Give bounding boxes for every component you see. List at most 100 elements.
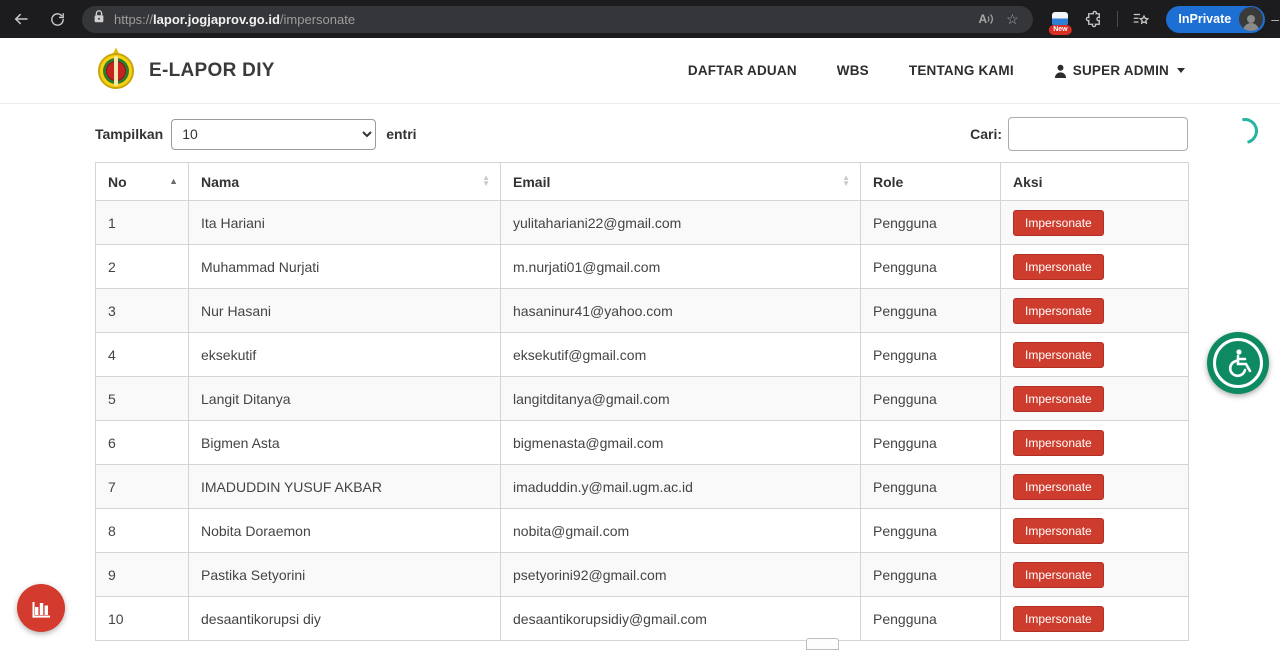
cell-aksi: Impersonate bbox=[1001, 333, 1189, 377]
impersonate-button[interactable]: Impersonate bbox=[1013, 298, 1104, 324]
impersonate-button[interactable]: Impersonate bbox=[1013, 474, 1104, 500]
sort-icon: ▲▼ bbox=[482, 175, 490, 189]
table-row: 10 desaantikorupsi diy desaantikorupsidi… bbox=[96, 597, 1189, 641]
pagination-button-partial[interactable] bbox=[806, 638, 839, 650]
cell-nama: Muhammad Nurjati bbox=[189, 245, 501, 289]
cell-email: hasaninur41@yahoo.com bbox=[501, 289, 861, 333]
nav-wbs[interactable]: WBS bbox=[837, 63, 869, 78]
inprivate-label: InPrivate bbox=[1178, 12, 1231, 26]
cell-no: 9 bbox=[96, 553, 189, 597]
cell-no: 8 bbox=[96, 509, 189, 553]
impersonate-button[interactable]: Impersonate bbox=[1013, 562, 1104, 588]
impersonate-button[interactable]: Impersonate bbox=[1013, 210, 1104, 236]
lock-icon bbox=[92, 9, 106, 29]
impersonate-button[interactable]: Impersonate bbox=[1013, 518, 1104, 544]
table-header-row: No▲ Nama▲▼ Email▲▼ Role Aksi bbox=[96, 163, 1189, 201]
read-aloud-icon[interactable]: A bbox=[973, 12, 999, 26]
impersonate-button[interactable]: Impersonate bbox=[1013, 342, 1104, 368]
cell-nama: Ita Hariani bbox=[189, 201, 501, 245]
cell-aksi: Impersonate bbox=[1001, 465, 1189, 509]
table-row: 2 Muhammad Nurjati m.nurjati01@gmail.com… bbox=[96, 245, 1189, 289]
favorite-star-icon[interactable]: ☆ bbox=[999, 11, 1025, 28]
cell-email: imaduddin.y@mail.ugm.ac.id bbox=[501, 465, 861, 509]
extension-area: New InPrivate – bbox=[1043, 4, 1280, 34]
cell-no: 5 bbox=[96, 377, 189, 421]
reload-icon[interactable] bbox=[42, 4, 72, 34]
cell-nama: Pastika Setyorini bbox=[189, 553, 501, 597]
favorites-hub-icon[interactable] bbox=[1128, 4, 1154, 34]
nav-tentang-kami[interactable]: TENTANG KAMI bbox=[909, 63, 1014, 78]
search-label: Cari: bbox=[970, 126, 1002, 142]
cell-email: langitditanya@gmail.com bbox=[501, 377, 861, 421]
cell-email: bigmenasta@gmail.com bbox=[501, 421, 861, 465]
impersonate-button[interactable]: Impersonate bbox=[1013, 606, 1104, 632]
cell-role: Pengguna bbox=[861, 245, 1001, 289]
header-role: Role bbox=[861, 163, 1001, 201]
user-icon bbox=[1054, 64, 1067, 78]
user-menu[interactable]: SUPER ADMIN bbox=[1054, 63, 1185, 78]
header-email[interactable]: Email▲▼ bbox=[501, 163, 861, 201]
address-bar[interactable]: https://lapor.jogjaprov.go.id/impersonat… bbox=[82, 6, 1033, 33]
user-menu-label: SUPER ADMIN bbox=[1073, 63, 1169, 78]
cell-email: nobita@gmail.com bbox=[501, 509, 861, 553]
cell-no: 10 bbox=[96, 597, 189, 641]
inprivate-badge[interactable]: InPrivate bbox=[1166, 6, 1265, 33]
search-input[interactable] bbox=[1008, 117, 1188, 151]
cell-aksi: Impersonate bbox=[1001, 421, 1189, 465]
accessibility-widget-button[interactable] bbox=[1207, 332, 1269, 394]
browser-menu-icon[interactable]: – bbox=[1271, 11, 1280, 27]
cell-aksi: Impersonate bbox=[1001, 509, 1189, 553]
impersonate-button[interactable]: Impersonate bbox=[1013, 386, 1104, 412]
cell-aksi: Impersonate bbox=[1001, 597, 1189, 641]
profile-avatar[interactable] bbox=[1239, 7, 1263, 31]
table-row: 5 Langit Ditanya langitditanya@gmail.com… bbox=[96, 377, 1189, 421]
cell-no: 2 bbox=[96, 245, 189, 289]
cell-nama: Bigmen Asta bbox=[189, 421, 501, 465]
table-row: 7 IMADUDDIN YUSUF AKBAR imaduddin.y@mail… bbox=[96, 465, 1189, 509]
cell-nama: Langit Ditanya bbox=[189, 377, 501, 421]
impersonate-button[interactable]: Impersonate bbox=[1013, 254, 1104, 280]
cell-role: Pengguna bbox=[861, 201, 1001, 245]
nav-daftar-aduan[interactable]: DAFTAR ADUAN bbox=[688, 63, 797, 78]
back-icon[interactable] bbox=[6, 4, 36, 34]
cell-nama: desaantikorupsi diy bbox=[189, 597, 501, 641]
header-nama[interactable]: Nama▲▼ bbox=[189, 163, 501, 201]
statistics-fab-button[interactable] bbox=[17, 584, 65, 632]
cell-nama: eksekutif bbox=[189, 333, 501, 377]
cell-no: 6 bbox=[96, 421, 189, 465]
cell-email: eksekutif@gmail.com bbox=[501, 333, 861, 377]
cell-role: Pengguna bbox=[861, 509, 1001, 553]
cell-no: 4 bbox=[96, 333, 189, 377]
cell-role: Pengguna bbox=[861, 377, 1001, 421]
cell-nama: IMADUDDIN YUSUF AKBAR bbox=[189, 465, 501, 509]
cell-email: m.nurjati01@gmail.com bbox=[501, 245, 861, 289]
loading-spinner bbox=[1227, 113, 1263, 149]
header-no[interactable]: No▲ bbox=[96, 163, 189, 201]
url-text: https://lapor.jogjaprov.go.id/impersonat… bbox=[114, 12, 973, 27]
table-row: 1 Ita Hariani yulitahariani22@gmail.com … bbox=[96, 201, 1189, 245]
brand-name: E-LAPOR DIY bbox=[149, 60, 275, 82]
show-entries-label: Tampilkan bbox=[95, 126, 163, 142]
cell-aksi: Impersonate bbox=[1001, 289, 1189, 333]
sort-asc-icon: ▲ bbox=[169, 176, 178, 185]
new-badge: New bbox=[1049, 25, 1071, 35]
table-row: 6 Bigmen Asta bigmenasta@gmail.com Pengg… bbox=[96, 421, 1189, 465]
diy-emblem-logo bbox=[95, 48, 137, 94]
site-header: E-LAPOR DIY DAFTAR ADUAN WBS TENTANG KAM… bbox=[0, 38, 1280, 104]
chevron-down-icon bbox=[1177, 68, 1185, 73]
cell-aksi: Impersonate bbox=[1001, 377, 1189, 421]
cell-no: 3 bbox=[96, 289, 189, 333]
main-nav: DAFTAR ADUAN WBS TENTANG KAMI SUPER ADMI… bbox=[688, 63, 1185, 78]
header-aksi: Aksi bbox=[1001, 163, 1189, 201]
table-row: 3 Nur Hasani hasaninur41@yahoo.com Pengg… bbox=[96, 289, 1189, 333]
table-row: 8 Nobita Doraemon nobita@gmail.com Pengg… bbox=[96, 509, 1189, 553]
page-size-select[interactable]: 10 bbox=[171, 119, 376, 150]
bar-chart-icon bbox=[29, 596, 53, 620]
brand[interactable]: E-LAPOR DIY bbox=[95, 48, 275, 94]
cell-email: psetyorini92@gmail.com bbox=[501, 553, 861, 597]
cell-email: desaantikorupsidiy@gmail.com bbox=[501, 597, 861, 641]
cell-role: Pengguna bbox=[861, 553, 1001, 597]
extensions-puzzle-icon[interactable] bbox=[1081, 4, 1107, 34]
extension-new-icon[interactable]: New bbox=[1047, 4, 1073, 34]
impersonate-button[interactable]: Impersonate bbox=[1013, 430, 1104, 456]
